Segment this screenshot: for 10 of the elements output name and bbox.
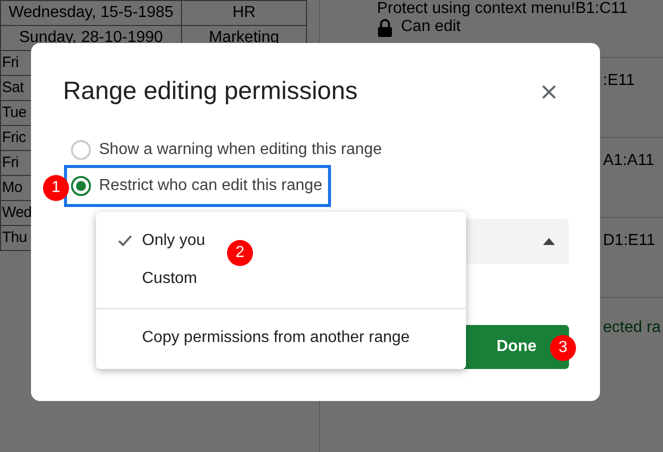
table-cell: HR	[182, 0, 306, 26]
table-cell: Wednesday, 15-5-1985	[0, 0, 182, 26]
status-text: ected ra	[603, 318, 661, 338]
range-title[interactable]: :E11	[603, 58, 663, 90]
lock-icon	[377, 18, 393, 37]
caret-icon	[543, 238, 555, 245]
range-title[interactable]: A1:A11	[603, 138, 663, 170]
range-title[interactable]: D1:E11	[603, 218, 663, 250]
range-title[interactable]: Protect using context menu!B1:C11	[377, 0, 663, 18]
permission-label: Can edit	[401, 18, 461, 37]
